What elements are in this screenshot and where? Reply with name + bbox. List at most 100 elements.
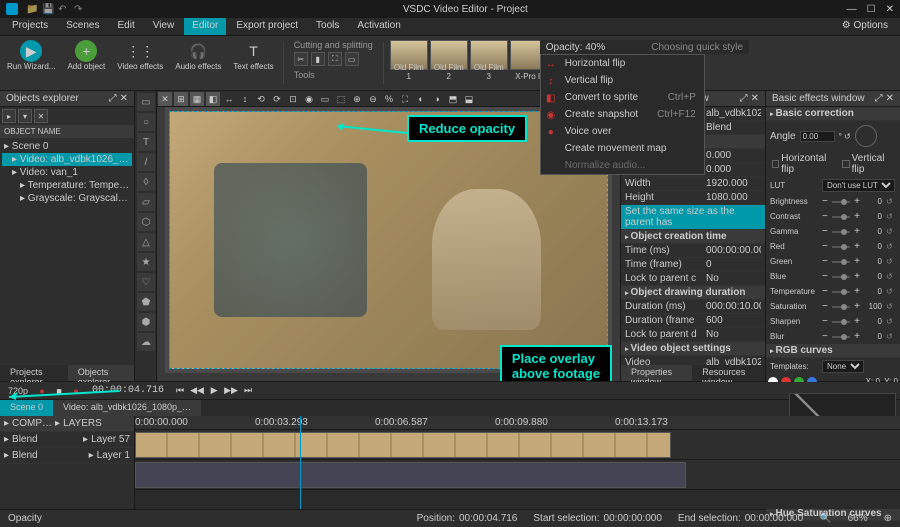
split-tool[interactable]: ▮ xyxy=(311,52,325,66)
close-panel-icon[interactable]: ✕ xyxy=(751,93,759,104)
canvas-tool[interactable]: ⛶ xyxy=(398,92,412,106)
canvas-tool[interactable]: ◐ xyxy=(414,92,428,106)
prop-row[interactable]: Height1080.000 xyxy=(621,191,765,205)
expand-all[interactable]: ▸ xyxy=(2,109,16,123)
shape-tool[interactable]: ♡ xyxy=(137,273,155,291)
pin-icon[interactable]: ⤢ xyxy=(740,93,748,104)
tab-resources[interactable]: Resources window xyxy=(692,365,765,381)
tab-video[interactable]: Video: alb_vdbk1026_1080p_… xyxy=(53,400,201,416)
timeline-clip[interactable] xyxy=(135,432,671,458)
reset-icon[interactable]: ↺ xyxy=(886,287,896,296)
plus-icon[interactable]: + xyxy=(854,286,860,297)
canvas-tool[interactable]: ▦ xyxy=(190,92,204,106)
step-fwd[interactable]: ▶▶ xyxy=(224,384,238,398)
menu-export-project[interactable]: Export project xyxy=(228,18,306,35)
minus-icon[interactable]: − xyxy=(822,301,828,312)
minus-icon[interactable]: − xyxy=(822,241,828,252)
canvas-tool[interactable]: ◑ xyxy=(430,92,444,106)
tab-objects-explorer[interactable]: Objects explorer xyxy=(68,365,134,381)
ctx-voice-over[interactable]: ●Voice over xyxy=(541,123,704,140)
tab-projects-explorer[interactable]: Projects explorer xyxy=(0,365,68,381)
plus-icon[interactable]: + xyxy=(854,316,860,327)
collapse-all[interactable]: ▾ xyxy=(18,109,32,123)
prop-row[interactable]: Lock to parent dNo xyxy=(621,328,765,342)
shape-tool[interactable]: ◊ xyxy=(137,173,155,191)
gamma-slider[interactable] xyxy=(832,231,850,233)
temperature-slider[interactable] xyxy=(832,291,850,293)
step-back[interactable]: ◀◀ xyxy=(190,384,204,398)
crop-tool[interactable]: ⛶ xyxy=(328,52,342,66)
canvas-tool[interactable]: ⊖ xyxy=(366,92,380,106)
minus-icon[interactable]: − xyxy=(822,256,828,267)
minimize-icon[interactable]: — xyxy=(847,4,857,15)
minus-icon[interactable]: − xyxy=(822,211,828,222)
minus-icon[interactable]: − xyxy=(822,331,828,342)
close-panel-icon[interactable]: ✕ xyxy=(886,93,894,104)
angle-dial[interactable] xyxy=(855,125,877,147)
template-select[interactable]: None xyxy=(822,360,864,373)
menu-scenes[interactable]: Scenes xyxy=(58,18,107,35)
ctx-normalize-audio---[interactable]: Normalize audio... xyxy=(541,157,704,174)
prop-row[interactable]: Duration (ms)000:00:10.000 xyxy=(621,300,765,314)
preset-old-film-3[interactable]: Old Film 3 xyxy=(470,40,508,70)
canvas-tool[interactable]: ⊕ xyxy=(350,92,364,106)
tree-node[interactable]: ▸ Video: van_1 xyxy=(2,166,132,179)
preset-old-film-1[interactable]: Old Film 1 xyxy=(390,40,428,70)
plus-icon[interactable]: + xyxy=(854,271,860,282)
tree-node[interactable]: ▸ Scene 0 xyxy=(2,140,132,153)
reset-icon[interactable]: ↺ xyxy=(886,227,896,236)
prop-row[interactable]: Time (frame)0 xyxy=(621,258,765,272)
menu-activation[interactable]: Activation xyxy=(349,18,408,35)
prop-row[interactable]: Width1920.000 xyxy=(621,177,765,191)
plus-icon[interactable]: + xyxy=(854,241,860,252)
canvas-tool[interactable]: ◧ xyxy=(206,92,220,106)
canvas-tool[interactable]: ⬓ xyxy=(462,92,476,106)
reset-icon[interactable]: ↺ xyxy=(886,302,896,311)
vflip-check[interactable]: Vertical flip xyxy=(842,153,894,175)
reset-icon[interactable]: ↺ xyxy=(886,212,896,221)
minus-icon[interactable]: − xyxy=(822,226,828,237)
reset-icon[interactable]: ↺ xyxy=(886,332,896,341)
brightness-slider[interactable] xyxy=(832,201,850,203)
shape-tool[interactable]: T xyxy=(137,133,155,151)
plus-icon[interactable]: + xyxy=(854,301,860,312)
next-frame[interactable]: ⏭ xyxy=(241,384,255,398)
canvas-tool[interactable]: ⟲ xyxy=(254,92,268,106)
close-panel-icon[interactable]: ✕ xyxy=(120,93,128,104)
plus-icon[interactable]: + xyxy=(854,256,860,267)
run-wizard-button[interactable]: ▶ xyxy=(20,40,42,62)
preset-old-film-2[interactable]: Old Film 2 xyxy=(430,40,468,70)
ctx-create-snapshot[interactable]: ◉Create snapshotCtrl+F12 xyxy=(541,106,704,123)
shape-tool[interactable]: ○ xyxy=(137,113,155,131)
timeline-clip[interactable] xyxy=(135,462,686,488)
prop-row[interactable]: Time (ms)000:00:00.000 xyxy=(621,244,765,258)
menu-tools[interactable]: Tools xyxy=(308,18,347,35)
close-icon[interactable]: ✕ xyxy=(886,4,894,15)
contrast-slider[interactable] xyxy=(832,216,850,218)
audio-effects-button[interactable]: 🎧 xyxy=(187,40,209,62)
plus-icon[interactable]: + xyxy=(854,211,860,222)
minus-icon[interactable]: − xyxy=(822,316,828,327)
blue-slider[interactable] xyxy=(832,276,850,278)
tree-node[interactable]: ▸ Grayscale: Grayscale 1 xyxy=(2,192,132,205)
reset-icon[interactable]: ↺ xyxy=(886,317,896,326)
canvas-tool[interactable]: ⟳ xyxy=(270,92,284,106)
shape-tool[interactable]: / xyxy=(137,153,155,171)
shape-tool[interactable]: ⬡ xyxy=(137,213,155,231)
ctx-horizontal-flip[interactable]: ↔Horizontal flip xyxy=(541,55,704,72)
shape-tool[interactable]: ⬢ xyxy=(137,313,155,331)
canvas-tool[interactable]: ▭ xyxy=(318,92,332,106)
canvas-tool[interactable]: ✕ xyxy=(158,92,172,106)
text-effects-button[interactable]: T xyxy=(243,40,265,62)
canvas-tool[interactable]: ⊞ xyxy=(174,92,188,106)
layer-row[interactable]: ▸Blend▸Layer 1 xyxy=(0,448,134,464)
canvas-tool[interactable]: ↕ xyxy=(238,92,252,106)
tree-node[interactable]: ▸ Video: alb_vdbk1026_1080p_4… xyxy=(2,153,132,166)
playhead[interactable] xyxy=(300,416,301,509)
plus-icon[interactable]: + xyxy=(854,196,860,207)
blur-slider[interactable] xyxy=(832,336,850,338)
shape-tool[interactable]: ▱ xyxy=(137,193,155,211)
shape-tool[interactable]: ★ xyxy=(137,253,155,271)
canvas-tool[interactable]: ⬒ xyxy=(446,92,460,106)
reset-icon[interactable]: ↺ xyxy=(886,197,896,206)
